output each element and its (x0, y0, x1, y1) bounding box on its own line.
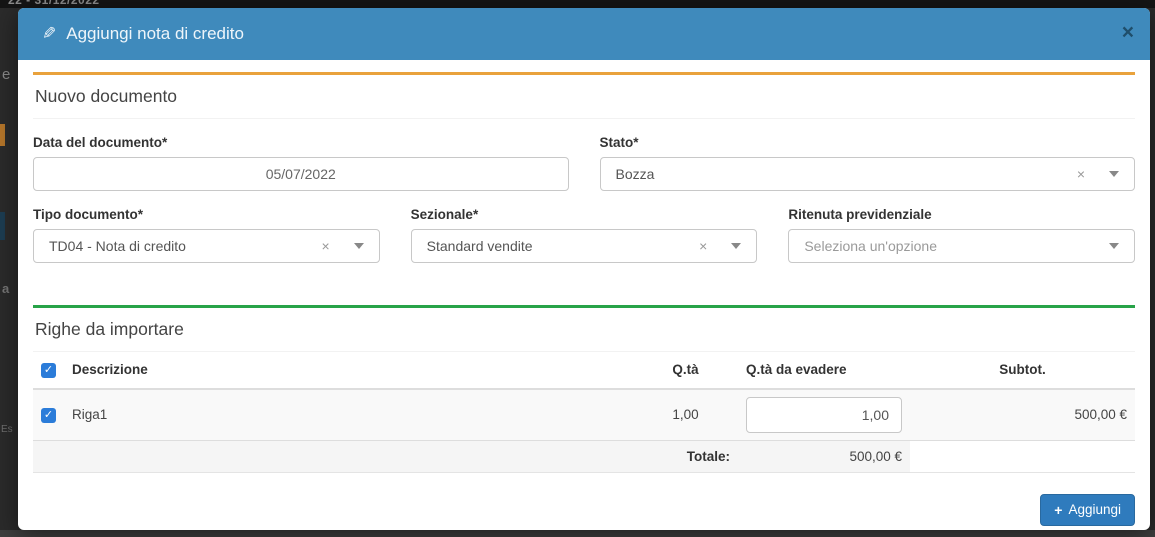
righe-da-importare-heading: Righe da importare (33, 308, 1135, 352)
ritenuta-previdenziale-select[interactable]: Seleziona un'opzione (788, 229, 1135, 263)
backdrop-date-range-text: 22 - 31/12/2022 (8, 0, 100, 7)
tipo-documento-selected-value: TD04 - Nota di credito (49, 238, 321, 254)
pencil-icon: ✎ (42, 24, 56, 44)
clear-icon[interactable]: × (321, 239, 329, 253)
ritenuta-previdenziale-placeholder: Seleziona un'opzione (804, 238, 1109, 254)
righe-table: ✓ Descrizione Q.tà Q.tà da evadere Subto… (33, 352, 1135, 473)
header-qta: Q.tà (633, 352, 738, 389)
header-subtot: Subtot. (910, 352, 1135, 389)
footer-empty-cell (910, 440, 1135, 472)
totale-value: 500,00 € (738, 440, 910, 472)
backdrop-text-fragment: Es (1, 424, 13, 435)
modal-actions: + Aggiungi (33, 494, 1135, 526)
clear-icon[interactable]: × (699, 239, 707, 253)
field-sezionale: Sezionale* Standard vendite × (411, 207, 758, 263)
field-ritenuta-previdenziale: Ritenuta previdenziale Seleziona un'opzi… (788, 207, 1135, 263)
modal-title: Aggiungi nota di credito (66, 24, 244, 44)
modal-header: ✎ Aggiungi nota di credito × (18, 8, 1150, 60)
backdrop-top-strip: 22 - 31/12/2022 (0, 0, 1155, 8)
row-qta: 1,00 (633, 389, 738, 441)
sezionale-selected-value: Standard vendite (427, 238, 699, 254)
caret-down-icon (354, 243, 364, 249)
backdrop-text-fragment: e (2, 66, 10, 83)
header-qta-da-evadere: Q.tà da evadere (738, 352, 910, 389)
stato-label: Stato* (600, 135, 1136, 150)
select-all-checkbox[interactable]: ✓ (41, 363, 56, 378)
field-tipo-documento: Tipo documento* TD04 - Nota di credito × (33, 207, 380, 263)
close-icon[interactable]: × (1122, 22, 1134, 43)
field-stato: Stato* Bozza × (600, 135, 1136, 191)
table-header-row: ✓ Descrizione Q.tà Q.tà da evadere Subto… (33, 352, 1135, 389)
section-nuovo-documento: Nuovo documento Data del documento* Stat… (33, 72, 1135, 289)
aggiungi-button[interactable]: + Aggiungi (1040, 494, 1135, 526)
backdrop-bottom-strip (0, 530, 1155, 537)
tipo-documento-select[interactable]: TD04 - Nota di credito × (33, 229, 380, 263)
tipo-documento-label: Tipo documento* (33, 207, 380, 222)
caret-down-icon (731, 243, 741, 249)
qta-da-evadere-input[interactable] (746, 397, 902, 433)
plus-icon: + (1054, 502, 1062, 518)
section-righe-da-importare: Righe da importare ✓ Descrizione Q.tà Q.… (33, 305, 1135, 473)
table-footer-row: Totale: 500,00 € (33, 440, 1135, 472)
nuovo-documento-body: Data del documento* Stato* Bozza × (33, 119, 1135, 289)
backdrop-text-fragment: a (2, 281, 9, 296)
nuovo-documento-heading: Nuovo documento (33, 75, 1135, 119)
data-documento-label: Data del documento* (33, 135, 569, 150)
totale-label: Totale: (33, 440, 738, 472)
row-subtot: 500,00 € (910, 389, 1135, 441)
stato-selected-value: Bozza (616, 166, 1077, 182)
caret-down-icon (1109, 171, 1119, 177)
modal-body: Nuovo documento Data del documento* Stat… (18, 60, 1150, 526)
row-checkbox[interactable]: ✓ (41, 408, 56, 423)
table-row: ✓ Riga1 1,00 500,00 € (33, 389, 1135, 441)
stato-select[interactable]: Bozza × (600, 157, 1136, 191)
sezionale-select[interactable]: Standard vendite × (411, 229, 758, 263)
caret-down-icon (1109, 243, 1119, 249)
ritenuta-previdenziale-label: Ritenuta previdenziale (788, 207, 1135, 222)
aggiungi-button-label: Aggiungi (1068, 502, 1121, 517)
header-descrizione: Descrizione (64, 352, 633, 389)
sezionale-label: Sezionale* (411, 207, 758, 222)
clear-icon[interactable]: × (1077, 167, 1085, 181)
backdrop-orange-block (0, 124, 5, 146)
field-data-documento: Data del documento* (33, 135, 569, 191)
row-descrizione: Riga1 (64, 389, 633, 441)
backdrop-navy-block (0, 212, 5, 240)
data-documento-input[interactable] (33, 157, 569, 191)
add-credit-note-modal: ✎ Aggiungi nota di credito × Nuovo docum… (18, 8, 1150, 530)
